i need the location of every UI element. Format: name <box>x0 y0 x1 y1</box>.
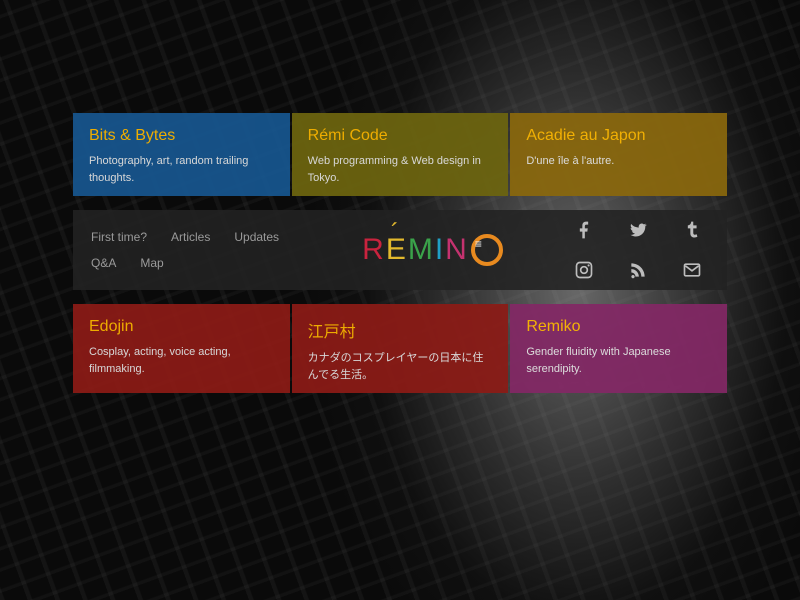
card-title: Acadie au Japon <box>526 127 711 145</box>
top-card-row: Bits & Bytes Photography, art, random tr… <box>73 113 727 196</box>
logo-letter: I <box>435 233 445 267</box>
content-stage: Bits & Bytes Photography, art, random tr… <box>73 113 727 393</box>
logo-letter: ≡ <box>471 234 503 266</box>
nav-links: First time? Articles Updates Q&A Map <box>73 210 308 290</box>
card-acadie-au-japon[interactable]: Acadie au Japon D'une île à l'autre. <box>510 113 727 196</box>
card-title: 江戸村 <box>308 318 493 342</box>
rss-icon[interactable] <box>611 250 665 290</box>
nav-map[interactable]: Map <box>128 250 175 276</box>
card-desc: D'une île à l'autre. <box>526 153 711 170</box>
card-title: Rémi Code <box>308 127 493 145</box>
logo-letter: E <box>386 233 408 267</box>
nav-updates[interactable]: Updates <box>222 224 291 250</box>
bottom-card-row: Edojin Cosplay, acting, voice acting, fi… <box>73 304 727 393</box>
card-desc: Web programming & Web design in Tokyo. <box>308 153 493 186</box>
instagram-icon[interactable] <box>557 250 611 290</box>
card-title: Bits & Bytes <box>89 127 274 145</box>
navbar: First time? Articles Updates Q&A Map R E… <box>73 210 727 290</box>
facebook-icon[interactable] <box>557 210 611 250</box>
card-title: Remiko <box>526 318 711 336</box>
logo[interactable]: R E M I N ≡ <box>308 210 557 290</box>
card-remi-code[interactable]: Rémi Code Web programming & Web design i… <box>292 113 509 196</box>
logo-letter: M <box>408 233 435 267</box>
card-edojin[interactable]: Edojin Cosplay, acting, voice acting, fi… <box>73 304 290 393</box>
nav-articles[interactable]: Articles <box>159 224 222 250</box>
card-desc: カナダのコスプレイヤーの日本に住んでる生活。 <box>308 350 493 383</box>
social-links <box>557 210 727 290</box>
card-desc: Cosplay, acting, voice acting, filmmakin… <box>89 344 274 377</box>
nav-qa[interactable]: Q&A <box>79 250 128 276</box>
nav-first-time[interactable]: First time? <box>79 224 159 250</box>
twitter-icon[interactable] <box>611 210 665 250</box>
card-desc: Gender fluidity with Japanese serendipit… <box>526 344 711 377</box>
card-desc: Photography, art, random trailing though… <box>89 153 274 186</box>
email-icon[interactable] <box>665 250 719 290</box>
logo-letter: R <box>362 233 386 267</box>
logo-text: R E M I N ≡ <box>362 233 503 267</box>
card-title: Edojin <box>89 318 274 336</box>
card-edomura[interactable]: 江戸村 カナダのコスプレイヤーの日本に住んでる生活。 <box>292 304 509 393</box>
logo-letter: N <box>445 233 469 267</box>
tumblr-icon[interactable] <box>665 210 719 250</box>
card-remiko[interactable]: Remiko Gender fluidity with Japanese ser… <box>510 304 727 393</box>
card-bits-and-bytes[interactable]: Bits & Bytes Photography, art, random tr… <box>73 113 290 196</box>
